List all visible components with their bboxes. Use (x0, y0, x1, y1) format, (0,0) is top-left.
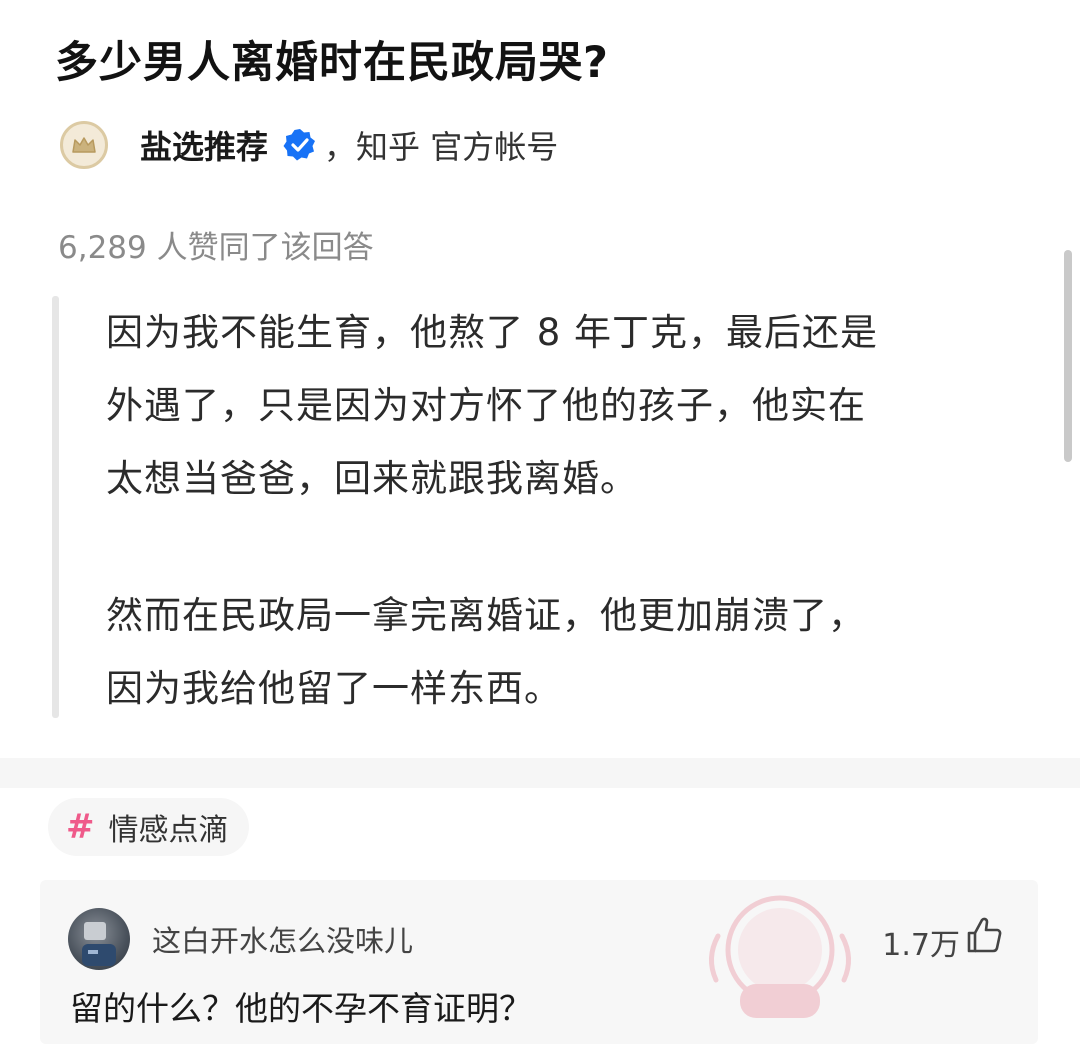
comment-text: 留的什么？他的不孕不育证明？ (70, 989, 532, 1028)
author-description: ，知乎 官方帐号 (324, 128, 559, 166)
comment-like-count: 1.7万 (882, 928, 960, 963)
watermark-logo (700, 888, 860, 1028)
answer-line: 外遇了，只是因为对方怀了他的孩子，他实在 (106, 384, 866, 427)
hash-icon: # (66, 807, 95, 847)
verified-check-icon (282, 127, 318, 163)
thumbs-up-icon[interactable] (966, 916, 1002, 954)
upvote-count-text: 6,289 人赞同了该回答 (58, 230, 374, 266)
comment-author[interactable]: 这白开水怎么没味儿 (152, 918, 413, 960)
section-divider (0, 758, 1080, 788)
answer-line: 太想当爸爸，回来就跟我离婚。 (106, 457, 638, 500)
answer-line: 然而在民政局一拿完离婚证，他更加崩溃了， (106, 594, 866, 637)
quote-bar (52, 296, 59, 718)
answer-line: 因为我给他留了一样东西。 (106, 667, 562, 710)
avatar[interactable] (68, 908, 130, 970)
question-title[interactable]: 多少男人离婚时在民政局哭? (55, 28, 609, 90)
answer-line: 因为我不能生育，他熬了 8 年丁克，最后还是 (106, 311, 879, 354)
scrollbar[interactable] (1064, 250, 1072, 462)
answer-paragraph-2: 然而在民政局一拿完离婚证，他更加崩溃了， 因为我给他留了一样东西。 (106, 579, 1026, 725)
author-name[interactable]: 盐选推荐 (140, 122, 268, 168)
topic-tag-label: 情感点滴 (108, 813, 229, 848)
author-row[interactable]: 盐选推荐 ，知乎 官方帐号 (60, 117, 558, 173)
topic-tag[interactable]: # 情感点滴 (48, 798, 249, 856)
hot-comment-card[interactable]: 这白开水怎么没味儿 1.7万 留的什么？他的不孕不育证明？ (40, 880, 1038, 1044)
answer-paragraph-1: 因为我不能生育，他熬了 8 年丁克，最后还是 外遇了，只是因为对方怀了他的孩子，… (106, 296, 1026, 515)
crown-badge-icon[interactable] (60, 121, 108, 169)
